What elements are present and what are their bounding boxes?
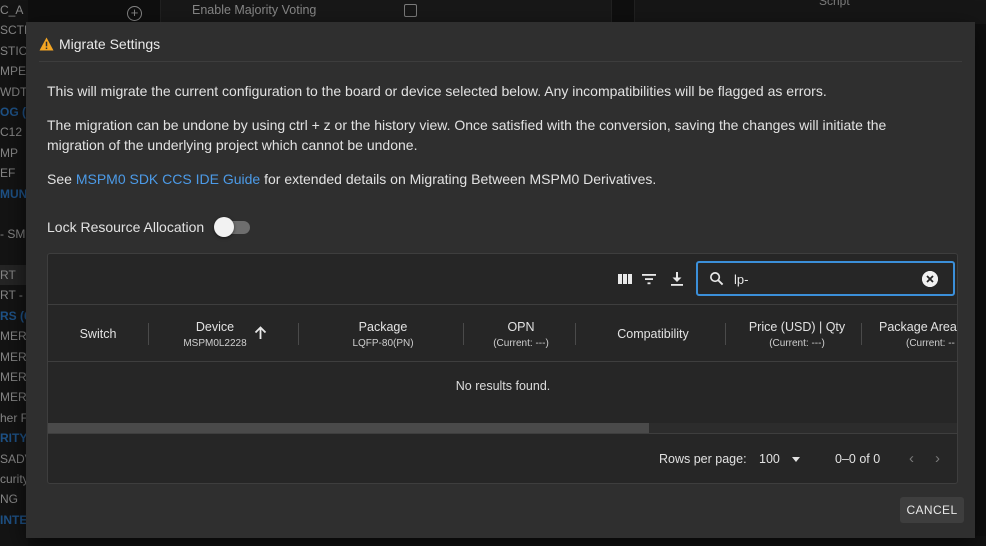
column-separator[interactable] [575,323,576,345]
toggle-knob [214,217,235,237]
next-page-icon[interactable]: › [935,451,940,467]
columns-icon[interactable] [617,271,633,287]
lock-resource-row: Lock Resource Allocation [47,217,252,237]
sdk-guide-link[interactable]: MSPM0 SDK CCS IDE Guide [76,171,260,187]
rows-per-page-value: 100 [759,452,780,466]
guide-suffix: for extended details on Migrating Betwee… [260,171,657,187]
grid-header: Switch Device MSPM0L2228 Package LQFP-80… [48,306,957,362]
column-compatibility[interactable]: Compatibility [588,306,718,362]
migration-description: This will migrate the current configurat… [47,83,827,99]
title-divider [39,61,962,62]
chevron-down-icon [791,456,800,462]
rows-per-page-label: Rows per page: [659,452,747,466]
column-package-area[interactable]: Package Area (Current: -- [870,306,957,362]
clear-search-icon[interactable] [922,271,938,287]
lock-resource-toggle[interactable] [214,217,252,237]
guide-description: See MSPM0 SDK CCS IDE Guide for extended… [47,169,656,189]
pagination-range: 0–0 of 0 [835,452,881,466]
column-title: Package Area [879,319,957,334]
column-device[interactable]: Device MSPM0L2228 [162,306,268,362]
grid-footer: Rows per page: 100 0–0 of 0 ‹ › [48,433,957,483]
column-subtitle: (Current: ---) [769,337,825,349]
download-icon[interactable] [669,271,685,287]
horizontal-scrollbar[interactable] [48,423,957,433]
column-separator[interactable] [298,323,299,345]
migrate-settings-dialog: Migrate Settings This will migrate the c… [26,22,975,538]
column-package[interactable]: Package LQFP-80(PN) [328,306,438,362]
undo-description: The migration can be undone by using ctr… [47,117,887,153]
column-separator[interactable] [725,323,726,345]
column-switch[interactable]: Switch [58,306,138,362]
rows-per-page-select[interactable]: 100 [759,452,800,466]
column-subtitle: (Current: ---) [493,337,549,349]
column-separator[interactable] [463,323,464,345]
dialog-title: Migrate Settings [59,36,161,52]
cancel-button[interactable]: CANCEL [900,497,964,523]
column-opn[interactable]: OPN (Current: ---) [478,306,564,362]
column-title: Package [358,319,408,334]
scrollbar-thumb[interactable] [48,423,649,433]
column-price[interactable]: Price (USD) | Qty (Current: ---) [738,306,856,362]
column-subtitle: (Current: -- [906,337,955,349]
column-subtitle: LQFP-80(PN) [352,337,414,349]
dialog-title-bar: Migrate Settings [39,36,160,52]
sort-ascending-icon[interactable] [254,326,267,340]
lock-resource-label: Lock Resource Allocation [47,219,205,235]
grid-toolbar [48,254,957,305]
search-box [696,261,955,296]
warning-icon [39,37,54,51]
column-title: Device [195,319,235,334]
previous-page-icon[interactable]: ‹ [909,451,914,467]
column-subtitle: MSPM0L2228 [183,337,247,349]
column-title: Compatibility [617,327,689,341]
column-title: Switch [79,327,117,341]
column-title: Price (USD) | Qty [748,319,846,334]
column-separator[interactable] [861,323,862,345]
no-results-message: No results found. [455,379,551,393]
device-grid: Switch Device MSPM0L2228 Package LQFP-80… [47,253,958,484]
guide-prefix: See [47,171,76,187]
search-icon [710,272,724,286]
column-separator[interactable] [148,323,149,345]
column-title: OPN [507,319,535,334]
filter-icon[interactable] [641,271,657,287]
search-input[interactable] [734,269,914,289]
